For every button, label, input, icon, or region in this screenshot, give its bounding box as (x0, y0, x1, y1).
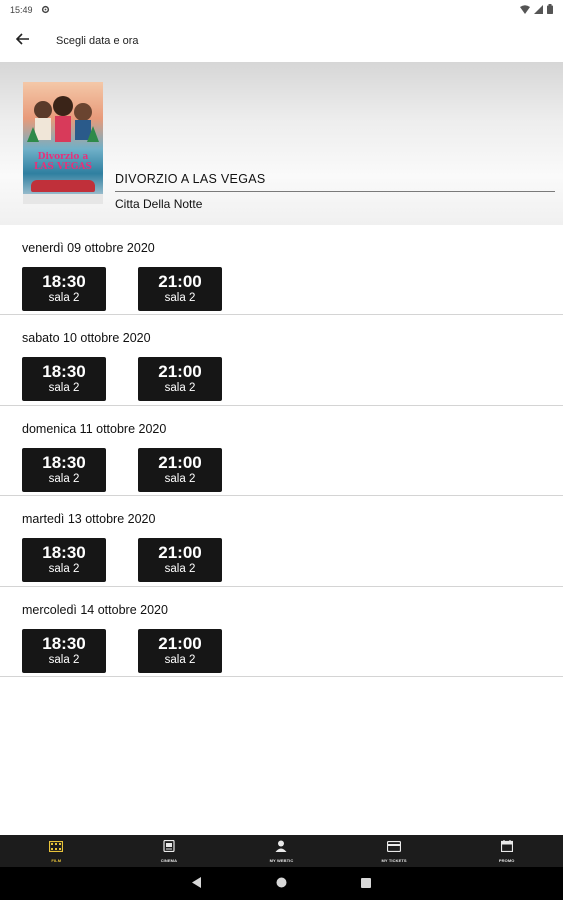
showtime-time: 18:30 (42, 452, 86, 472)
showtime-room: sala 2 (164, 563, 196, 576)
status-time: 15:49 (10, 5, 33, 15)
poster-credits (23, 194, 103, 204)
app-bar: Scegli data e ora (0, 20, 563, 62)
nav-item-film[interactable]: FILM (0, 835, 113, 867)
nav-item-cinema[interactable]: CINEMA (113, 835, 226, 867)
day-row: domenica 11 ottobre 2020 18:30 sala 2 21… (0, 406, 563, 497)
status-right (520, 4, 553, 16)
showtime-time: 21:00 (158, 543, 202, 563)
slot-group: 18:30 sala 2 21:00 sala 2 (22, 628, 222, 673)
poster-title-line-1: Divorzio a (37, 152, 89, 162)
person-icon (275, 839, 287, 857)
nav-label-film: FILM (51, 858, 62, 863)
showtime-room: sala 2 (164, 382, 196, 395)
nav-label-cinema: CINEMA (160, 858, 178, 863)
showtime-room: sala 2 (164, 292, 196, 304)
showtime-room: sala 2 (164, 653, 196, 666)
status-bar: 15:49 (0, 0, 563, 20)
day-label: domenica 11 ottobre 2020 (22, 421, 167, 436)
showtime-room: sala 2 (48, 563, 80, 576)
nav-item-promo[interactable]: PROMO (450, 835, 563, 867)
showtime-button[interactable]: 21:00 sala 2 (138, 538, 222, 583)
nav-item-my-tickets[interactable]: MY TICKETS (338, 835, 451, 867)
showtime-button[interactable]: 18:30 sala 2 (22, 267, 106, 311)
day-row: sabato 10 ottobre 2020 18:30 sala 2 21:0… (0, 315, 563, 406)
page-title: Scegli data e ora (56, 35, 139, 47)
day-label: mercoledì 14 ottobre 2020 (22, 602, 168, 617)
settings-icon (41, 5, 50, 16)
showtime-button[interactable]: 21:00 sala 2 (138, 628, 222, 673)
credit-card-icon (386, 839, 402, 857)
battery-icon (547, 4, 553, 16)
showtime-button[interactable]: 21:00 sala 2 (138, 267, 222, 311)
cinema-name: Citta Della Notte (115, 197, 203, 211)
system-navigation-bar (0, 867, 563, 900)
bottom-navigation: FILM CINEMA MY WEBTIC MY TICKETS PROMO (0, 835, 563, 867)
movie-title: DIVORZIO A LAS VEGAS (115, 172, 266, 186)
showtime-button[interactable]: 18:30 sala 2 (22, 357, 106, 402)
showtime-button[interactable]: 18:30 sala 2 (22, 628, 106, 673)
back-button[interactable] (0, 20, 46, 62)
day-row: mercoledì 14 ottobre 2020 18:30 sala 2 2… (0, 587, 563, 677)
showtime-room: sala 2 (48, 653, 80, 666)
showtime-time: 21:00 (158, 362, 202, 382)
showtime-time: 18:30 (42, 272, 86, 291)
nav-label-my-webtic: MY WEBTIC (269, 858, 294, 863)
calendar-icon (500, 839, 513, 857)
showtime-room: sala 2 (48, 382, 80, 395)
showtime-time: 21:00 (158, 272, 202, 291)
showtime-room: sala 2 (48, 292, 80, 304)
movie-poster: Divorzio a LAS VEGAS (23, 82, 103, 204)
slot-group: 18:30 sala 2 21:00 sala 2 (22, 538, 222, 583)
showtime-button[interactable]: 21:00 sala 2 (138, 357, 222, 402)
day-row: martedì 13 ottobre 2020 18:30 sala 2 21:… (0, 496, 563, 587)
day-label: venerdì 09 ottobre 2020 (22, 241, 155, 255)
nav-label-promo: PROMO (498, 858, 515, 863)
slot-group: 18:30 sala 2 21:00 sala 2 (22, 447, 222, 492)
slot-group: 18:30 sala 2 21:00 sala 2 (22, 357, 222, 402)
showtime-time: 18:30 (42, 362, 86, 382)
poster-title: Divorzio a LAS VEGAS (23, 152, 103, 172)
day-label: sabato 10 ottobre 2020 (22, 331, 151, 346)
film-icon (49, 839, 64, 857)
showtime-time: 18:30 (42, 543, 86, 563)
wifi-icon (520, 4, 530, 16)
day-row: venerdì 09 ottobre 2020 18:30 sala 2 21:… (0, 225, 563, 316)
system-home-button[interactable] (276, 875, 287, 893)
poster-title-line-2: LAS VEGAS (34, 162, 92, 172)
nav-label-my-tickets: MY TICKETS (381, 858, 407, 863)
showtime-time: 18:30 (42, 633, 86, 653)
showtime-button[interactable]: 18:30 sala 2 (22, 538, 106, 583)
slot-group: 18:30 sala 2 21:00 sala 2 (22, 267, 222, 311)
system-back-button[interactable] (192, 875, 202, 893)
showtime-room: sala 2 (48, 472, 80, 485)
showtime-button[interactable]: 18:30 sala 2 (22, 447, 106, 492)
showtimes-list: venerdì 09 ottobre 2020 18:30 sala 2 21:… (0, 225, 563, 677)
system-recents-button[interactable] (361, 875, 371, 893)
movie-title-divider (115, 191, 555, 192)
status-left: 15:49 (10, 5, 50, 16)
showtime-room: sala 2 (164, 472, 196, 485)
nav-item-my-webtic[interactable]: MY WEBTIC (225, 835, 338, 867)
day-label: martedì 13 ottobre 2020 (22, 512, 156, 527)
showtime-time: 21:00 (158, 452, 202, 472)
signal-icon (534, 4, 543, 16)
movie-header: Divorzio a LAS VEGAS DIVORZIO A LAS VEGA… (0, 62, 563, 225)
showtime-button[interactable]: 21:00 sala 2 (138, 447, 222, 492)
arrow-back-icon (15, 32, 30, 50)
poster-car (31, 180, 95, 192)
cinema-icon (163, 839, 175, 857)
showtime-time: 21:00 (158, 633, 202, 653)
